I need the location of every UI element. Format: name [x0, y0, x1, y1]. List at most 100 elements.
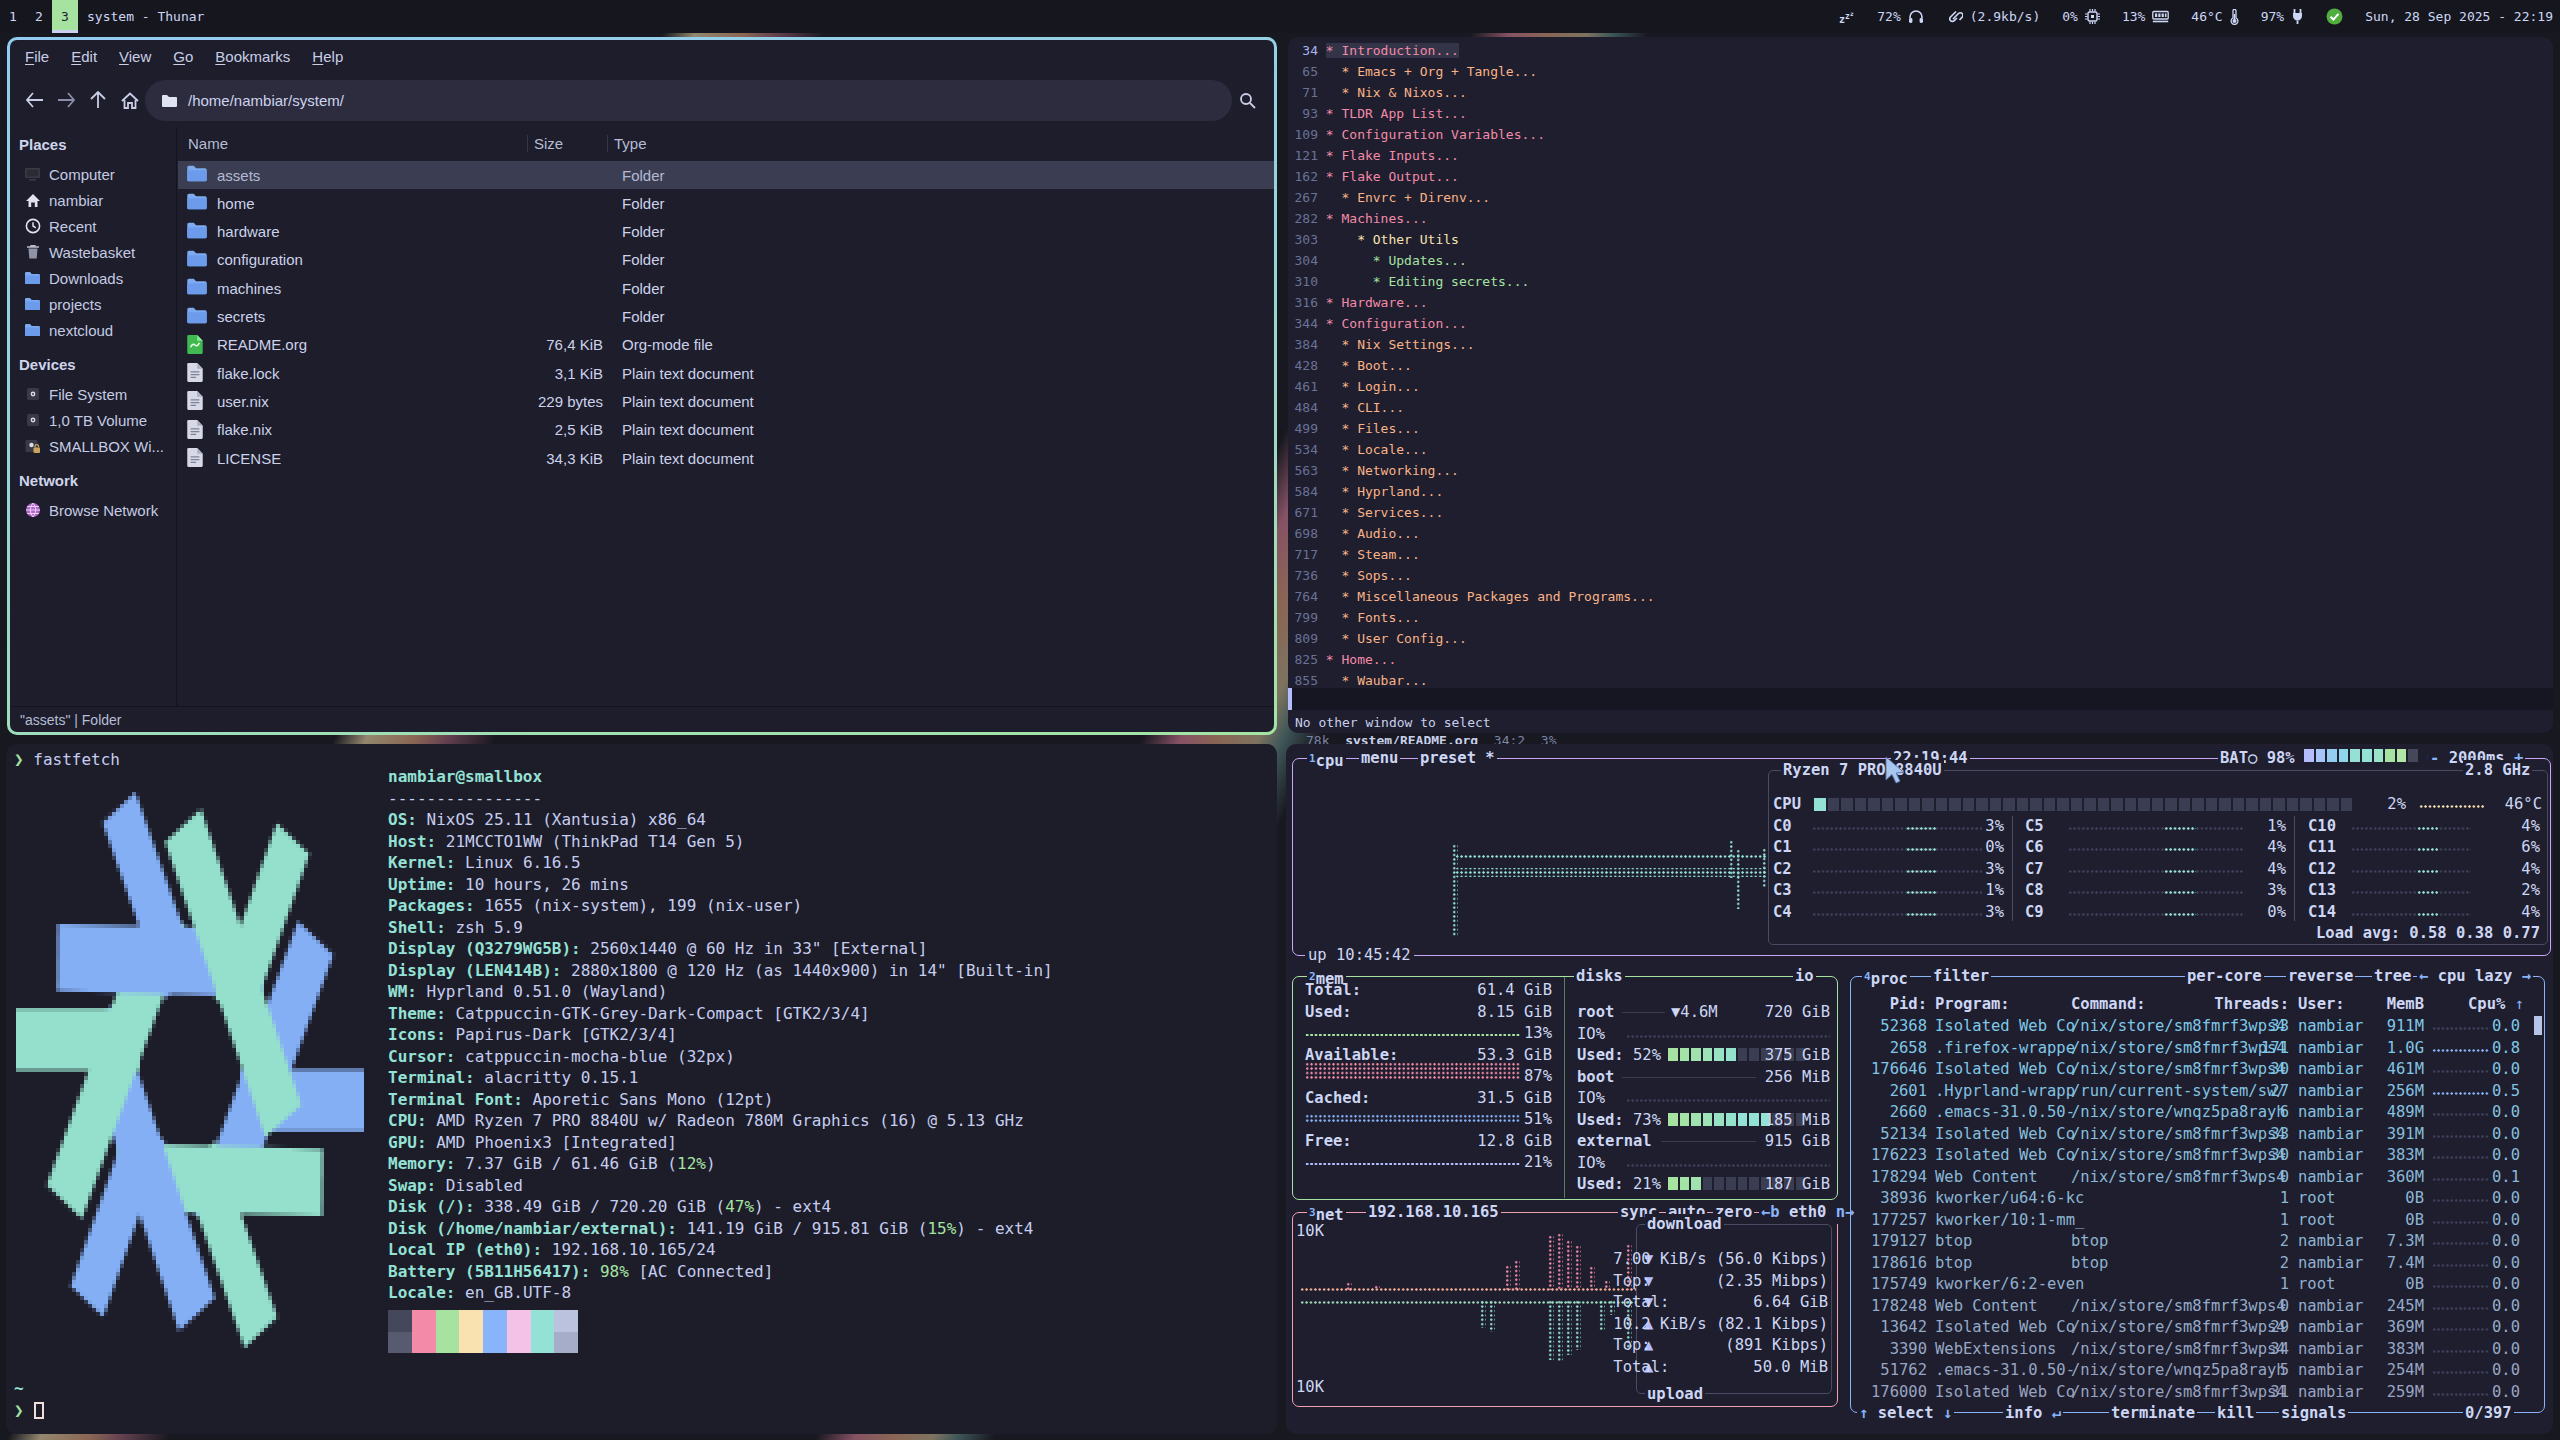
sidebar-item-nextcloud[interactable]: nextcloud — [10, 317, 176, 343]
proc-signals-control[interactable]: signals — [2279, 1403, 2348, 1425]
proc-terminate-control[interactable]: terminate — [2109, 1403, 2197, 1425]
proc-header-threads: Threads: — [2214, 994, 2289, 1016]
folder-icon — [186, 249, 208, 271]
org-heading-line[interactable]: 499 * Files... — [1288, 418, 2553, 439]
sidebar-item-computer[interactable]: Computer — [10, 161, 176, 187]
back-button[interactable] — [18, 84, 50, 116]
org-heading-line[interactable]: 698 * Audio... — [1288, 523, 2553, 544]
shell-prompt-cursor[interactable]: ❯ — [14, 1400, 44, 1422]
column-size[interactable]: Size — [527, 135, 607, 152]
menu-go[interactable]: Go — [162, 48, 204, 65]
menu-button[interactable]: menu — [1359, 748, 1400, 770]
file-row-flake-lock[interactable]: flake.lock3,1 KiBPlain text document — [178, 359, 1274, 387]
column-name[interactable]: Name — [178, 135, 527, 152]
org-heading-line[interactable]: 484 * CLI... — [1288, 397, 2553, 418]
proc-reverse-toggle[interactable]: reverse — [2286, 966, 2355, 988]
net-stat-row: Total: 50.0 MiB — [1613, 1357, 1828, 1379]
org-heading-line[interactable]: 304 * Updates... — [1288, 250, 2553, 271]
org-heading-line[interactable]: 717 * Steam... — [1288, 544, 2553, 565]
proc-user: root — [2298, 1274, 2335, 1296]
org-heading-line[interactable]: 825 * Home... — [1288, 649, 2553, 670]
sidebar-item-label: Recent — [49, 218, 97, 235]
org-heading-line[interactable]: 34 * Introduction... — [1288, 40, 2553, 61]
home-button[interactable] — [114, 84, 146, 116]
proc-filter-button[interactable]: filter — [1931, 966, 1991, 988]
net-interface-switcher[interactable]: ←b eth0 n→ — [1759, 1202, 1856, 1224]
org-heading-line[interactable]: 428 * Boot... — [1288, 355, 2553, 376]
org-heading-line[interactable]: 584 * Hyprland... — [1288, 481, 2553, 502]
org-heading-line[interactable]: 736 * Sops... — [1288, 565, 2553, 586]
org-heading-line[interactable]: 310 * Editing secrets... — [1288, 271, 2553, 292]
file-row-readme-org[interactable]: README.org76,4 KiBOrg-mode file — [178, 331, 1274, 359]
org-heading-line[interactable]: 121 * Flake Inputs... — [1288, 145, 2553, 166]
workspace-button-2[interactable]: 2 — [26, 0, 52, 33]
sidebar-item-downloads[interactable]: Downloads — [10, 265, 176, 291]
menu-bookmarks[interactable]: Bookmarks — [204, 48, 301, 65]
io-tab[interactable]: io — [1793, 966, 1816, 988]
workspace-button-1[interactable]: 1 — [0, 0, 26, 33]
org-heading-line[interactable]: 65 * Emacs + Org + Tangle... — [1288, 61, 2553, 82]
proc-kill-control[interactable]: kill — [2215, 1403, 2256, 1425]
file-row-license[interactable]: LICENSE34,3 KiBPlain text document — [178, 444, 1274, 472]
file-row-flake-nix[interactable]: flake.nix2,5 KiBPlain text document — [178, 416, 1274, 444]
column-type[interactable]: Type — [607, 135, 647, 152]
org-heading-line[interactable]: 671 * Services... — [1288, 502, 2553, 523]
menu-edit[interactable]: Edit — [60, 48, 108, 65]
sidebar-item-file-system[interactable]: File System — [10, 381, 176, 407]
org-heading-line[interactable]: 799 * Fonts... — [1288, 607, 2553, 628]
file-row-assets[interactable]: assetsFolder — [178, 161, 1274, 189]
tab-proc[interactable]: 4proc — [1862, 966, 1910, 991]
file-row-user-nix[interactable]: user.nix229 bytesPlain text document — [178, 387, 1274, 415]
org-heading-line[interactable]: 809 * User Config... — [1288, 628, 2553, 649]
file-row-hardware[interactable]: hardwareFolder — [178, 218, 1274, 246]
proc-per-core-toggle[interactable]: per-core — [2185, 966, 2264, 988]
org-heading-line[interactable]: 109 * Configuration Variables... — [1288, 124, 2553, 145]
tab-cpu[interactable]: 1cpu — [1307, 748, 1346, 773]
org-heading-line[interactable]: 534 * Locale... — [1288, 439, 2553, 460]
proc-sort-selector[interactable]: ← cpu lazy → — [2417, 966, 2533, 988]
cpu-chip-icon — [2085, 9, 2100, 24]
core-graph-hl — [2164, 826, 2196, 831]
menu-view[interactable]: View — [108, 48, 162, 65]
terminal-color-palette — [388, 1310, 578, 1353]
emacs-buffer[interactable]: 34 * Introduction...65 * Emacs + Org + T… — [1288, 40, 2553, 691]
preset-button[interactable]: preset * — [1418, 748, 1497, 770]
file-row-home[interactable]: homeFolder — [178, 189, 1274, 217]
org-heading-line[interactable]: 344 * Configuration... — [1288, 313, 2553, 334]
search-button[interactable] — [1230, 84, 1264, 116]
mem-row-value: 8.15 GiB — [1477, 1002, 1552, 1024]
proc-info-control[interactable]: info ↵ — [2003, 1403, 2063, 1425]
menu-file[interactable]: File — [25, 48, 60, 65]
forward-button[interactable] — [50, 84, 82, 116]
org-heading-line[interactable]: 461 * Login... — [1288, 376, 2553, 397]
path-bar[interactable]: /home/nambiar/system/ — [145, 80, 1232, 121]
proc-tree-toggle[interactable]: tree — [2372, 966, 2413, 988]
org-heading-line[interactable]: 563 * Networking... — [1288, 460, 2553, 481]
proc-scrollbar-thumb[interactable] — [2534, 1016, 2542, 1035]
file-row-secrets[interactable]: secretsFolder — [178, 303, 1274, 331]
proc-program: kworker/6:2-even — [1935, 1274, 2084, 1296]
menu-help[interactable]: Help — [301, 48, 354, 65]
sidebar-item-wastebasket[interactable]: Wastebasket — [10, 239, 176, 265]
org-heading-line[interactable]: 282 * Machines... — [1288, 208, 2553, 229]
org-heading-line[interactable]: 764 * Miscellaneous Packages and Program… — [1288, 586, 2553, 607]
proc-select-control[interactable]: ↑ select ↓ — [1857, 1403, 1954, 1425]
sidebar-item-projects[interactable]: projects — [10, 291, 176, 317]
org-heading-line[interactable]: 71 * Nix & Nixos... — [1288, 82, 2553, 103]
org-heading-line[interactable]: 267 * Envrc + Direnv... — [1288, 187, 2553, 208]
cpu-graph-spike — [1762, 848, 1767, 888]
sidebar-item-smallbox-wi-[interactable]: SMALLBOX Wi... — [10, 433, 176, 459]
org-heading-line[interactable]: 384 * Nix Settings... — [1288, 334, 2553, 355]
sidebar-item-1-0-tb-volume[interactable]: 1,0 TB Volume — [10, 407, 176, 433]
org-heading-line[interactable]: 316 * Hardware... — [1288, 292, 2553, 313]
org-heading-line[interactable]: 303 * Other Utils — [1288, 229, 2553, 250]
workspace-button-3[interactable]: 3 — [52, 0, 78, 33]
file-row-configuration[interactable]: configurationFolder — [178, 246, 1274, 274]
sidebar-item-browse-network[interactable]: Browse Network — [10, 497, 176, 523]
sidebar-item-recent[interactable]: Recent — [10, 213, 176, 239]
sidebar-item-nambiar[interactable]: nambiar — [10, 187, 176, 213]
file-row-machines[interactable]: machinesFolder — [178, 274, 1274, 302]
org-heading-line[interactable]: 93 * TLDR App List... — [1288, 103, 2553, 124]
org-heading-line[interactable]: 162 * Flake Output... — [1288, 166, 2553, 187]
up-button[interactable] — [82, 84, 114, 116]
